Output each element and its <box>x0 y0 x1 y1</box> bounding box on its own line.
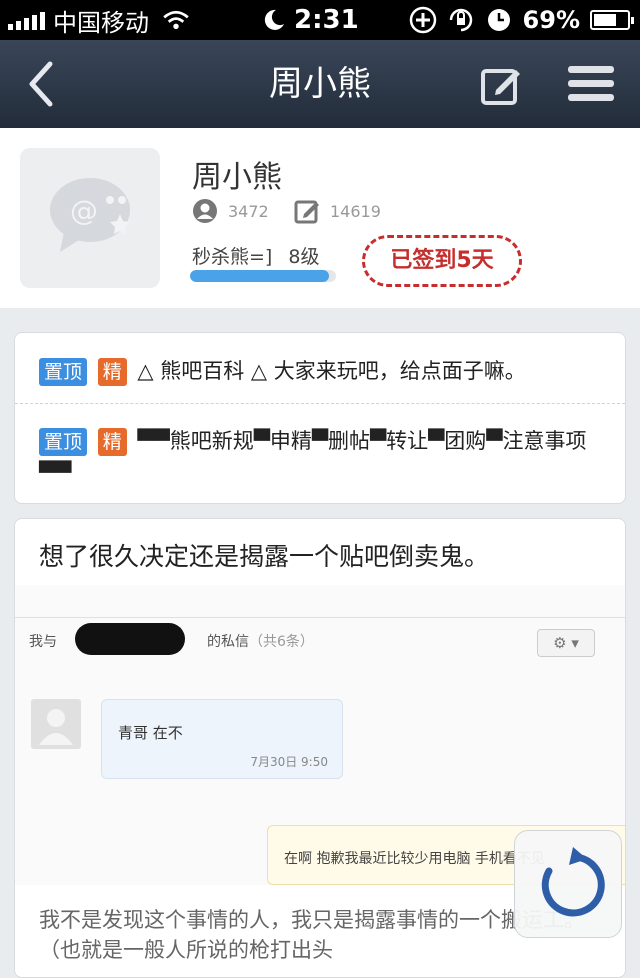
screenshot-header-count: （共6条） <box>249 634 314 650</box>
level-progress-bar <box>190 270 336 282</box>
message-bubble: 青哥 在不 7月30日 9:50 <box>101 699 343 779</box>
member-level: 秒杀熊=] 8级 <box>192 242 319 269</box>
moon-icon <box>264 9 284 30</box>
svg-text:@: @ <box>70 194 98 227</box>
alarm-icon <box>487 9 510 31</box>
signal-icon <box>8 10 45 30</box>
edit-icon <box>294 200 319 224</box>
status-bar: 中国移动 2:31 69% <box>0 0 640 40</box>
wifi-icon <box>163 10 189 30</box>
featured-badge: 精 <box>97 428 127 456</box>
member-count-value: 3472 <box>228 201 269 221</box>
screenshot-topbar <box>15 585 625 618</box>
chat-bubble-icon: @ <box>50 178 130 252</box>
screenshot-header-prefix: 我与 <box>29 634 57 650</box>
signin-suffix: 天 <box>471 248 494 273</box>
signin-days: 5 <box>456 248 472 273</box>
reply-text: 在啊 抱歉我最近比较少用电脑 手机看不见 <box>284 851 545 867</box>
rotation-lock-icon <box>449 8 472 32</box>
carrier-label: 中国移动 <box>53 8 149 37</box>
refresh-icon <box>541 847 605 917</box>
avatar <box>31 699 81 749</box>
redaction-mark <box>75 623 185 655</box>
signin-button[interactable]: 已签到5天 <box>362 235 522 287</box>
default-avatar-icon <box>39 709 73 745</box>
signin-prefix: 已签到 <box>390 248 457 273</box>
member-count: 3472 <box>192 198 269 224</box>
battery-percent: 69% <box>522 6 580 34</box>
forum-header: @ 周小熊 3472 14619 秒杀熊=] 8级 已签到5天 <box>0 128 640 308</box>
add-circle-icon <box>409 6 436 34</box>
post-count-value: 14619 <box>330 201 381 221</box>
forum-avatar: @ <box>20 148 160 288</box>
menu-icon[interactable] <box>568 66 614 102</box>
message-text: 青哥 在不 <box>118 724 183 742</box>
compose-icon[interactable] <box>480 64 522 106</box>
forum-name: 周小熊 <box>192 160 282 195</box>
pinned-post-title: △ 熊吧百科 △ 大家来玩吧，给点面子嘛。 <box>137 359 526 383</box>
post-title: 想了很久决定还是揭露一个贴吧倒卖鬼。 <box>39 542 490 571</box>
battery-icon <box>590 10 634 30</box>
nav-bar: 周小熊 <box>0 40 640 128</box>
pinned-post-2[interactable]: 置顶 精 ▀▀熊吧新规▀申精▀删帖▀转让▀团购▀注意事项▀▀ <box>39 425 605 489</box>
pinned-posts: 置顶 精 △ 熊吧百科 △ 大家来玩吧，给点面子嘛。 置顶 精 ▀▀熊吧新规▀申… <box>14 332 626 504</box>
sticky-badge: 置顶 <box>39 428 88 456</box>
user-icon <box>193 199 217 223</box>
divider <box>15 403 625 404</box>
refresh-button[interactable] <box>514 830 622 938</box>
message-time: 7月30日 9:50 <box>250 755 328 769</box>
level-value: 8级 <box>288 246 320 268</box>
member-title: 秒杀熊=] <box>192 246 273 268</box>
sticky-badge: 置顶 <box>39 358 88 386</box>
clock: 2:31 <box>294 5 359 35</box>
nav-title: 周小熊 <box>269 64 371 104</box>
pinned-post-1[interactable]: 置顶 精 △ 熊吧百科 △ 大家来玩吧，给点面子嘛。 <box>39 355 605 387</box>
screenshot-header-suffix: 的私信 <box>207 634 249 650</box>
settings-gear-icon: ⚙ ▾ <box>537 629 595 657</box>
featured-badge: 精 <box>97 358 127 386</box>
post-count: 14619 <box>294 198 381 224</box>
